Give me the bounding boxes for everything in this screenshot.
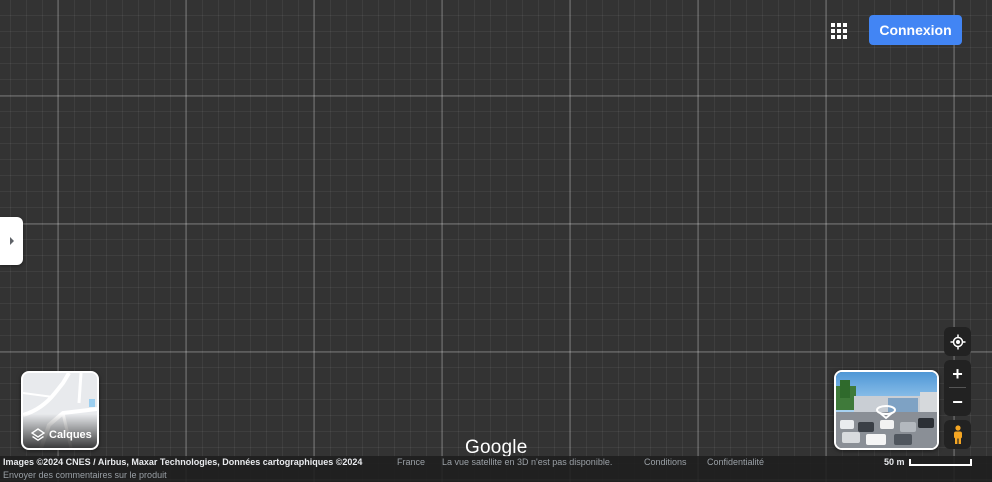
zoom-control: + − (944, 360, 971, 416)
pegman-button[interactable] (944, 420, 971, 449)
terms-link[interactable]: Conditions (644, 457, 687, 467)
imagery-attribution[interactable]: Images ©2024 CNES / Airbus, Maxar Techno… (3, 457, 362, 467)
scale-bar[interactable] (909, 459, 972, 466)
zoom-out-button[interactable]: − (944, 388, 971, 415)
country-label: France (397, 457, 426, 467)
scale-label[interactable]: 50 m (884, 457, 905, 467)
login-button[interactable]: Connexion (869, 15, 962, 45)
feedback-link[interactable]: Envoyer des commentaires sur le produit (3, 470, 167, 480)
my-location-button[interactable] (944, 327, 971, 356)
apps-grid-icon (831, 23, 847, 39)
my-location-icon (950, 334, 965, 349)
feedback-bar: Envoyer des commentaires sur le produit (0, 469, 992, 482)
pegman-icon (953, 424, 962, 444)
street-view-preview[interactable] (834, 370, 939, 450)
street-view-thumbnail (836, 372, 937, 448)
attribution-bar: Images ©2024 CNES / Airbus, Maxar Techno… (0, 456, 992, 469)
chevron-right-icon (9, 237, 14, 245)
privacy-link[interactable]: Confidentialité (707, 457, 764, 467)
layers-button[interactable]: Calques (21, 371, 99, 450)
layers-icon (31, 428, 45, 442)
satellite-3d-notice: La vue satellite en 3D n'est pas disponi… (442, 457, 613, 467)
layers-label: Calques (49, 429, 92, 441)
zoom-in-button[interactable]: + (944, 360, 971, 387)
side-panel-toggle[interactable] (0, 217, 23, 265)
apps-button[interactable] (826, 18, 852, 44)
